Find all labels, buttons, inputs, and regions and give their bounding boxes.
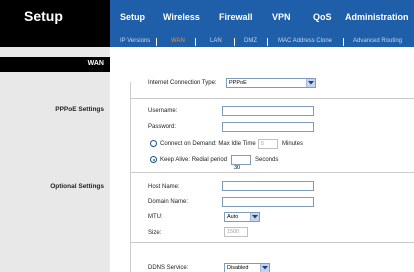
seconds-label: Seconds bbox=[255, 157, 279, 163]
password-label: Password: bbox=[148, 124, 177, 130]
password-field[interactable] bbox=[222, 122, 314, 132]
tab-wireless[interactable]: Wireless bbox=[163, 12, 200, 22]
subtab-mac-address-clone[interactable]: MAC Address Clone bbox=[278, 38, 332, 44]
mtu-select[interactable]: Auto bbox=[224, 212, 260, 222]
content-left-border bbox=[130, 82, 131, 272]
tab-setup[interactable]: Setup bbox=[120, 12, 145, 22]
brand-title: Setup bbox=[24, 8, 63, 24]
optional-settings-label: Optional Settings bbox=[50, 183, 104, 190]
connection-type-value: PPPoE bbox=[229, 80, 247, 86]
brand-area: Setup bbox=[0, 0, 110, 47]
ddns-service-value: Disabled bbox=[227, 265, 249, 271]
tab-firewall[interactable]: Firewall bbox=[219, 12, 253, 22]
host-name-field[interactable] bbox=[222, 181, 314, 191]
subtab-separator bbox=[195, 38, 196, 46]
username-field[interactable] bbox=[222, 106, 314, 116]
max-idle-time-field[interactable]: 5 bbox=[258, 139, 278, 149]
connection-type-label: Internet Connection Type: bbox=[148, 80, 217, 86]
mtu-size-field[interactable]: 1500 bbox=[224, 227, 248, 237]
section-title: WAN bbox=[87, 60, 104, 67]
connect-on-demand-radio[interactable] bbox=[150, 140, 157, 147]
tab-qos[interactable]: QoS bbox=[313, 12, 332, 22]
subtab-separator bbox=[156, 38, 157, 46]
connection-type-select[interactable]: PPPoE bbox=[226, 78, 316, 88]
username-label: Username: bbox=[148, 108, 178, 114]
host-name-label: Host Name: bbox=[148, 184, 180, 190]
chevron-down-icon bbox=[250, 213, 259, 221]
keep-alive-label: Keep Alive: Redial period bbox=[160, 157, 228, 163]
tab-vpn[interactable]: VPN bbox=[272, 12, 291, 22]
subtab-separator bbox=[234, 38, 235, 46]
subtab-advanced-routing[interactable]: Advanced Routing bbox=[353, 38, 402, 44]
ddns-service-label: DDNS Service: bbox=[148, 265, 189, 271]
radio-selected-dot bbox=[152, 158, 155, 161]
mtu-value: Auto bbox=[227, 214, 239, 220]
size-label: Size: bbox=[148, 230, 162, 236]
subtab-lan[interactable]: LAN bbox=[210, 38, 222, 44]
chevron-down-icon bbox=[260, 264, 269, 272]
section-divider bbox=[130, 242, 414, 243]
subtab-dmz[interactable]: DMZ bbox=[244, 38, 257, 44]
redial-period-field[interactable]: 30 bbox=[231, 155, 251, 171]
mtu-label: MTU: bbox=[148, 214, 163, 220]
section-divider bbox=[130, 172, 414, 173]
domain-name-label: Domain Name: bbox=[148, 199, 189, 205]
subtab-separator bbox=[343, 38, 344, 46]
ddns-service-select[interactable]: Disabled bbox=[224, 263, 270, 272]
chevron-down-icon bbox=[306, 79, 315, 87]
tab-administration[interactable]: Administration bbox=[345, 12, 409, 22]
left-column bbox=[0, 47, 110, 272]
subtab-separator bbox=[267, 38, 268, 46]
pppoe-settings-label: PPPoE Settings bbox=[55, 106, 104, 113]
minutes-label: Minutes bbox=[282, 141, 304, 147]
connect-on-demand-label: Connect on Demand: Max Idle Time bbox=[160, 141, 256, 147]
section-divider bbox=[130, 98, 414, 99]
subtab-wan[interactable]: WAN bbox=[171, 38, 185, 44]
domain-name-field[interactable] bbox=[222, 197, 314, 207]
router-setup-page: Setup Setup Wireless Firewall VPN QoS Ad… bbox=[0, 0, 414, 272]
subtab-ip-versions[interactable]: IP Versions bbox=[120, 38, 150, 44]
keep-alive-radio[interactable] bbox=[150, 156, 157, 163]
